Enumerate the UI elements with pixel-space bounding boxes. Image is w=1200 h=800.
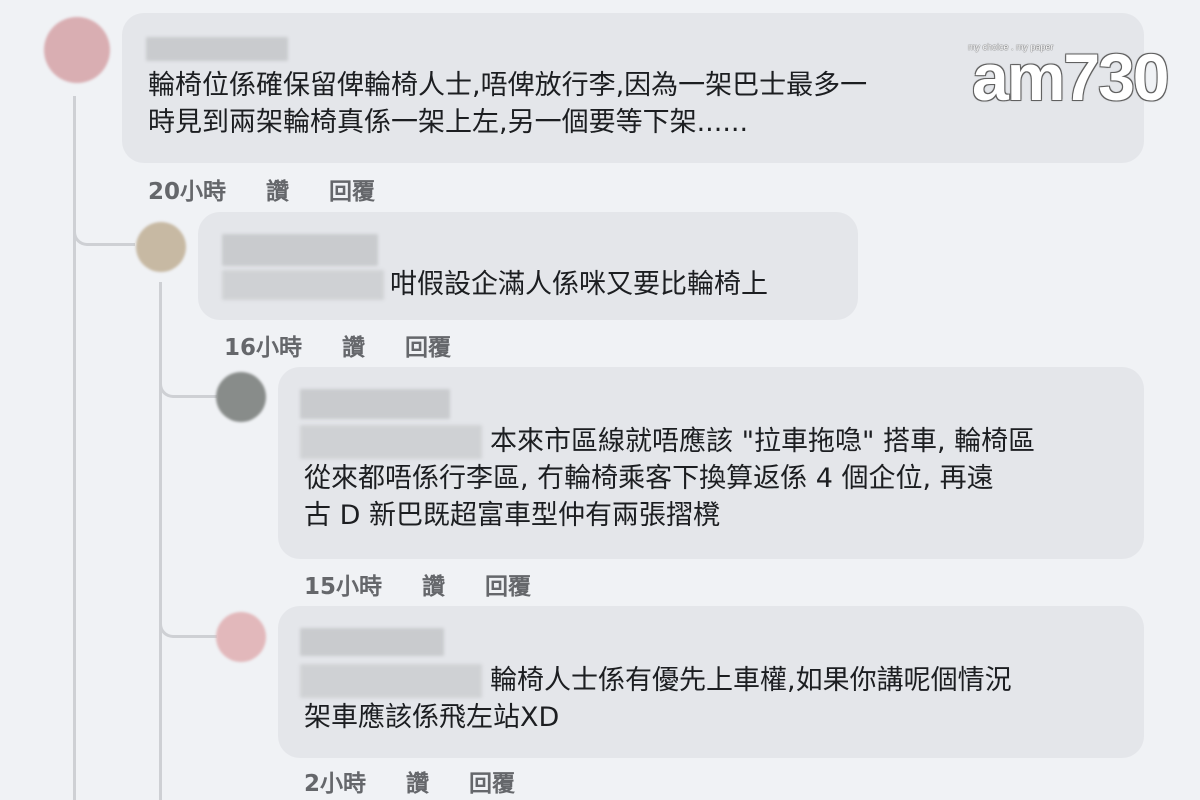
- thread-connector-reply-3: [159, 590, 217, 638]
- commenter-name-blurred[interactable]: [222, 234, 378, 266]
- comment-actions: 15小時 讚 回覆: [304, 567, 531, 601]
- comment-timestamp[interactable]: 15小時: [304, 567, 382, 601]
- comment-timestamp[interactable]: 16小時: [224, 328, 302, 362]
- comment-text-line: 咁假設企滿人係咪又要比輪椅上: [390, 269, 768, 300]
- avatar[interactable]: [216, 372, 266, 422]
- comment-actions: 20小時 讚 回覆: [148, 172, 375, 206]
- avatar[interactable]: [136, 222, 186, 272]
- reply-button[interactable]: 回覆: [405, 328, 451, 362]
- thread-connector-reply-1: [73, 200, 135, 246]
- like-button[interactable]: 讚: [342, 328, 365, 362]
- comment-thread: 輪椅位係確保留俾輪椅人士,唔俾放行李,因為一架巴士最多一 時見到兩架輪椅真係一架…: [0, 0, 1200, 800]
- mention-tag-blurred[interactable]: [300, 664, 482, 698]
- comment-text-line: 古 D 新巴既超富車型仲有兩張摺櫈: [304, 500, 720, 531]
- reply-button[interactable]: 回覆: [485, 567, 531, 601]
- am730-logo: my choice . my paper am730: [968, 36, 1170, 116]
- comment-timestamp[interactable]: 20小時: [148, 172, 226, 206]
- reply-button[interactable]: 回覆: [469, 764, 515, 798]
- mention-tag-blurred[interactable]: [222, 270, 384, 300]
- comment-text: 架車應該係飛左站XD: [304, 699, 559, 736]
- comment-timestamp[interactable]: 2小時: [304, 764, 366, 798]
- comment-text-line: 輪椅人士係有優先上車權,如果你講呢個情況: [490, 665, 1012, 696]
- commenter-name-blurred[interactable]: [300, 628, 444, 656]
- comment-text: 輪椅人士係有優先上車權,如果你講呢個情況: [490, 662, 1012, 699]
- like-button[interactable]: 讚: [406, 764, 429, 798]
- comment-bubble: 本來市區線就唔應該 "拉車拖喼" 搭車, 輪椅區 從來都唔係行李區, 冇輪椅乘客…: [278, 367, 1144, 559]
- comment-text-line: 本來市區線就唔應該 "拉車拖喼" 搭車, 輪椅區: [490, 426, 1036, 457]
- mention-tag-blurred[interactable]: [300, 425, 482, 459]
- commenter-name-blurred[interactable]: [300, 389, 450, 419]
- avatar[interactable]: [44, 17, 110, 83]
- comment-actions: 2小時 讚 回覆: [304, 764, 515, 798]
- comment-text-line: 時見到兩架輪椅真係一架上左,另一個要等下架......: [148, 107, 749, 138]
- commenter-name-blurred[interactable]: [146, 37, 288, 61]
- like-button[interactable]: 讚: [422, 567, 445, 601]
- avatar[interactable]: [216, 612, 266, 662]
- comment-text: 從來都唔係行李區, 冇輪椅乘客下換算返係 4 個企位, 再遠 古 D 新巴既超富…: [304, 460, 994, 534]
- comment-text-line: 從來都唔係行李區, 冇輪椅乘客下換算返係 4 個企位, 再遠: [304, 463, 994, 494]
- comment-text-line: 輪椅位係確保留俾輪椅人士,唔俾放行李,因為一架巴士最多一: [148, 70, 868, 101]
- comment-bubble: 輪椅人士係有優先上車權,如果你講呢個情況 架車應該係飛左站XD: [278, 606, 1144, 758]
- comment-text: 輪椅位係確保留俾輪椅人士,唔俾放行李,因為一架巴士最多一 時見到兩架輪椅真係一架…: [148, 67, 867, 141]
- reply-button[interactable]: 回覆: [329, 172, 375, 206]
- comment-text-line: 架車應該係飛左站XD: [304, 702, 560, 733]
- logo-wordmark: am730: [972, 40, 1170, 114]
- comment-bubble: 咁假設企滿人係咪又要比輪椅上: [198, 212, 858, 320]
- thread-connector-reply-2: [159, 350, 217, 398]
- comment-actions: 16小時 讚 回覆: [224, 328, 451, 362]
- comment-text: 本來市區線就唔應該 "拉車拖喼" 搭車, 輪椅區: [490, 423, 1035, 460]
- like-button[interactable]: 讚: [266, 172, 289, 206]
- comment-text: 咁假設企滿人係咪又要比輪椅上: [390, 266, 768, 303]
